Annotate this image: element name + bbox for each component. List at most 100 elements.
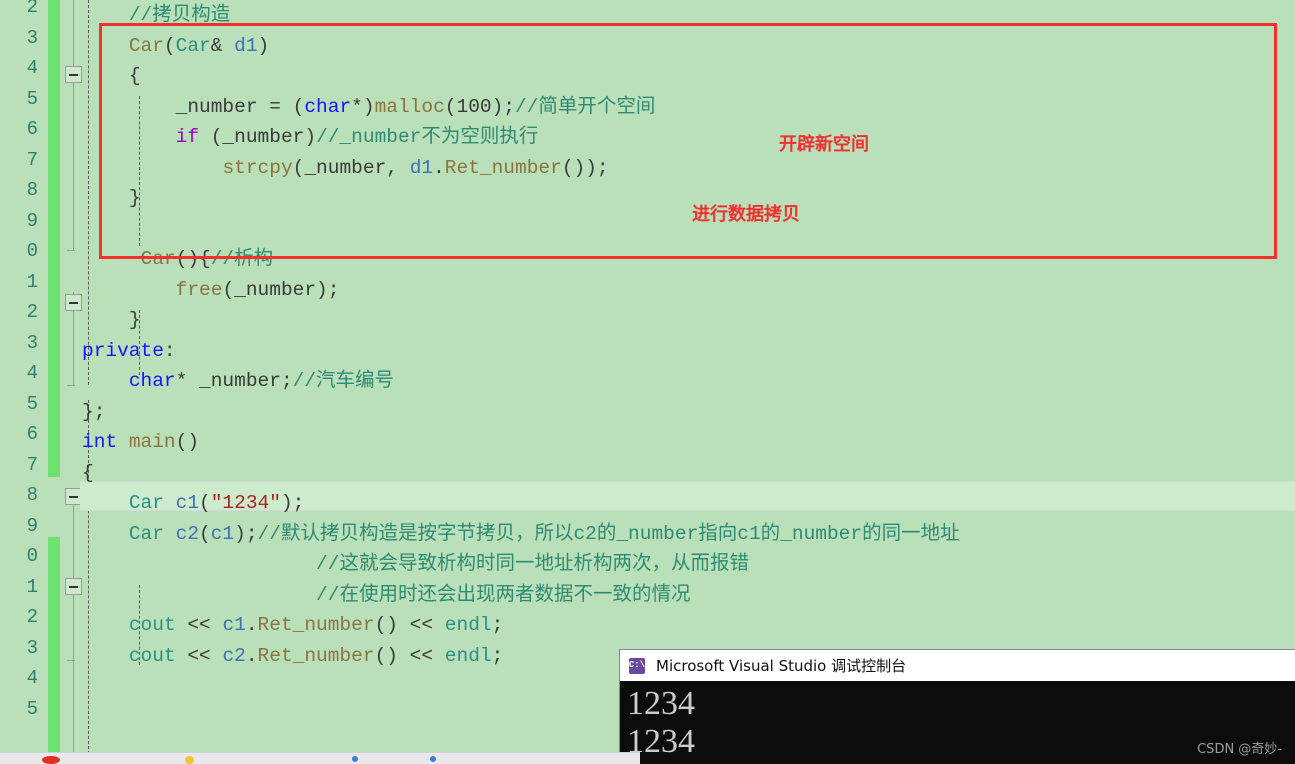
code-token: & <box>210 34 223 57</box>
code-token: cout <box>128 614 176 636</box>
line-number: 7 <box>26 148 38 171</box>
debug-console-window[interactable]: C:\ Microsoft Visual Studio 调试控制台 1234 12… <box>620 650 1295 764</box>
code-token: //简单开个空间 <box>515 95 656 118</box>
line-number: 0 <box>26 545 38 567</box>
status-bar[interactable] <box>0 752 640 764</box>
code-line[interactable]: char* _number;//汽车编号 <box>82 366 1295 397</box>
code-line[interactable]: _number = (char*)malloc(100);//简单开个空间 <box>82 92 1295 123</box>
code-line[interactable]: Car c1("1234"); <box>82 488 1295 519</box>
code-token: endl <box>444 644 492 667</box>
code-token: (_number, <box>292 156 410 179</box>
code-token: int <box>82 431 118 453</box>
line-number: 3 <box>26 331 38 354</box>
code-line[interactable]: }; <box>82 397 1295 428</box>
code-token: ~ <box>128 248 141 270</box>
code-token: ( <box>199 522 211 545</box>
code-token: char <box>304 95 352 118</box>
code-token: c1 <box>210 522 235 545</box>
info-indicator-icon[interactable] <box>352 756 358 762</box>
code-line[interactable]: } <box>82 305 1295 336</box>
console-output-line: 1234 <box>627 685 695 722</box>
code-token: d1 <box>222 34 258 57</box>
line-number: 4 <box>26 57 38 79</box>
code-text-area[interactable]: //拷贝构造 Car(Car& d1) { _number = (char*)m… <box>82 0 1295 702</box>
code-token: (_number); <box>222 278 340 301</box>
code-token: . <box>245 614 258 636</box>
code-token: char <box>128 370 176 392</box>
code-token: main <box>128 431 176 453</box>
code-token: . <box>245 644 258 667</box>
line-number: 0 <box>26 240 38 262</box>
code-token: *) <box>351 95 375 118</box>
line-number: 5 <box>26 87 38 110</box>
line-number: 4 <box>26 667 38 689</box>
line-number-gutter: 2 3 4 5 6 7 8 9 0 1 2 3 4 5 6 7 8 9 0 1 2 3 4 5 <box>0 0 46 764</box>
code-token: //拷贝构造 <box>128 4 231 26</box>
code-token: ); <box>491 95 516 118</box>
code-line[interactable]: if (_number)//_number不为空则执行 <box>82 122 1295 153</box>
warning-indicator-icon[interactable] <box>185 756 194 764</box>
line-number: 3 <box>26 26 38 49</box>
code-token: } <box>128 187 141 209</box>
code-token: ) <box>257 34 270 57</box>
code-token: ; <box>491 614 504 636</box>
code-line[interactable]: int main() <box>82 427 1295 458</box>
collapse-toggle-copy-constructor[interactable] <box>65 66 82 83</box>
code-token: ); <box>234 522 258 545</box>
code-line[interactable]: //拷贝构造 <box>82 0 1295 31</box>
code-token: () << <box>374 614 445 636</box>
change-bar-upper <box>48 0 60 477</box>
error-indicator-icon[interactable] <box>42 756 60 764</box>
line-number: 3 <box>26 636 38 659</box>
code-token: (_number) <box>199 126 317 148</box>
code-token: Ret_number <box>257 614 375 636</box>
code-line[interactable]: { <box>82 61 1295 92</box>
line-number: 7 <box>26 453 38 476</box>
code-token: cout <box>128 644 176 667</box>
code-token: } <box>128 309 141 331</box>
code-line[interactable] <box>82 214 1295 245</box>
code-line[interactable]: //在使用时还会出现两者数据不一致的情况 <box>82 580 1295 611</box>
console-output: 1234 1234 <box>620 681 1295 761</box>
code-line[interactable]: Car(Car& d1) <box>82 31 1295 62</box>
collapse-toggle-comment-block[interactable] <box>65 578 82 595</box>
code-line[interactable]: strcpy(_number, d1.Ret_number()); <box>82 153 1295 184</box>
collapse-toggle-destructor[interactable] <box>65 294 82 311</box>
line-number: 5 <box>26 392 38 415</box>
code-line[interactable]: free(_number); <box>82 275 1295 306</box>
code-token: . <box>433 156 445 179</box>
line-number: 1 <box>26 575 38 598</box>
code-token: //析构 <box>210 248 274 270</box>
code-line[interactable]: { <box>82 458 1295 489</box>
code-token: << <box>175 644 223 667</box>
code-token: free <box>175 278 223 301</box>
code-token: c1 <box>222 614 246 636</box>
code-line[interactable]: ~Car(){//析构 <box>82 244 1295 275</box>
code-line[interactable]: private: <box>82 336 1295 367</box>
code-line[interactable]: } <box>82 183 1295 214</box>
line-number: 9 <box>26 209 38 232</box>
annotation-copy-data: 进行数据拷贝 <box>692 204 800 225</box>
code-token: : <box>163 339 176 362</box>
code-token: { <box>128 65 141 87</box>
console-titlebar[interactable]: C:\ Microsoft Visual Studio 调试控制台 <box>620 650 1295 681</box>
code-token: }; <box>82 400 106 423</box>
code-token: () << <box>374 644 445 667</box>
line-number: 4 <box>26 362 38 384</box>
line-number: 9 <box>26 514 38 537</box>
code-line[interactable]: //这就会导致析构时同一地址析构两次，从而报错 <box>82 549 1295 580</box>
code-line[interactable]: Car c2(c1);//默认拷贝构造是按字节拷贝，所以c2的_number指向… <box>82 519 1295 550</box>
secondary-indicator-icon[interactable] <box>430 756 436 762</box>
code-line[interactable]: cout << c1.Ret_number() << endl; <box>82 610 1295 641</box>
code-token: //_number不为空则执行 <box>316 126 539 148</box>
